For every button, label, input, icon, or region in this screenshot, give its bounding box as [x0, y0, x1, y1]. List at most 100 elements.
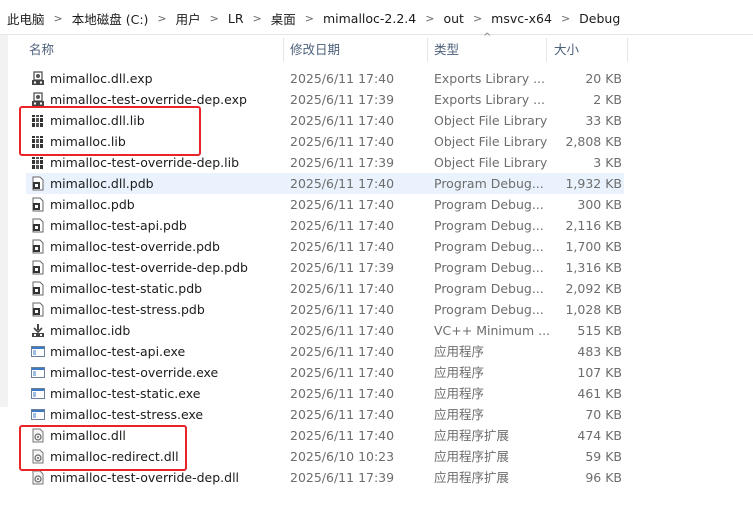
chevron-right-icon[interactable]: > [305, 12, 314, 25]
file-date: 2025/6/11 17:40 [290, 365, 395, 380]
application-icon-glyph [31, 367, 45, 378]
file-type: 应用程序扩展 [434, 449, 510, 464]
file-row[interactable]: mimalloc-test-static.pdb 2025/6/11 17:40 P… [26, 278, 624, 299]
chevron-right-icon[interactable]: > [210, 12, 219, 25]
highlight-box [19, 106, 201, 156]
program-debug-icon [31, 278, 47, 299]
file-size: 1,932 KB [565, 176, 622, 191]
program-debug-icon [31, 173, 47, 194]
file-size: 96 KB [585, 470, 622, 485]
breadcrumb-item[interactable]: LR [228, 11, 244, 26]
column-header-date[interactable]: 修改日期 [290, 36, 340, 63]
chevron-right-icon[interactable]: > [425, 12, 434, 25]
chevron-right-icon[interactable]: > [561, 12, 570, 25]
highlight-box [19, 425, 187, 471]
file-name: mimalloc.dll.exp [50, 71, 153, 86]
file-type: Program Debug... [434, 197, 544, 212]
breadcrumb-item[interactable]: 用户 [176, 9, 201, 28]
file-date: 2025/6/11 17:39 [290, 470, 395, 485]
file-date: 2025/6/11 17:40 [290, 323, 395, 338]
file-type: Object File Library [434, 134, 548, 149]
program-debug-icon [31, 236, 47, 257]
file-row[interactable]: mimalloc.dll.pdb 2025/6/11 17:40 Program D… [26, 173, 624, 194]
program-debug-icon-glyph [32, 281, 44, 296]
file-size: 33 KB [585, 113, 622, 128]
breadcrumb-item[interactable]: mimalloc-2.2.4 [323, 11, 416, 26]
file-row[interactable]: mimalloc-test-override.exe 2025/6/11 17:4… [26, 362, 624, 383]
file-size: 483 KB [577, 344, 622, 359]
file-date: 2025/6/11 17:40 [290, 71, 395, 86]
program-debug-icon-glyph [32, 197, 44, 212]
file-name: mimalloc-test-api.exe [50, 344, 186, 359]
program-debug-icon-glyph [32, 260, 44, 275]
file-row[interactable]: mimalloc-test-override-dep.pdb 2025/6/11 … [26, 257, 624, 278]
file-row[interactable]: mimalloc.idb 2025/6/11 17:40 VC++ Minimum … [26, 320, 624, 341]
file-type: Program Debug... [434, 218, 544, 233]
file-date: 2025/6/11 17:39 [290, 260, 395, 275]
chevron-right-icon[interactable]: > [473, 12, 482, 25]
file-type: 应用程序扩展 [434, 428, 510, 443]
application-icon [31, 404, 47, 425]
chevron-right-icon[interactable]: > [54, 12, 63, 25]
file-size: 20 KB [585, 71, 622, 86]
file-date: 2025/6/11 17:40 [290, 113, 395, 128]
file-name: mimalloc.pdb [50, 197, 135, 212]
file-row[interactable]: mimalloc.dll.exp 2025/6/11 17:40 Exports L… [26, 68, 624, 89]
file-explorer-window: 此电脑 > 本地磁盘 (C:) > 用户 > LR > 桌面 > mimallo… [0, 0, 753, 519]
file-size: 70 KB [585, 407, 622, 422]
column-divider[interactable] [546, 38, 547, 62]
file-row[interactable]: mimalloc.pdb 2025/6/11 17:40 Program Debug… [26, 194, 624, 215]
file-size: 107 KB [577, 365, 622, 380]
file-date: 2025/6/11 17:40 [290, 176, 395, 191]
breadcrumb-item[interactable]: Debug [579, 11, 620, 26]
file-size: 1,028 KB [565, 302, 622, 317]
program-debug-icon [31, 194, 47, 215]
file-type: Program Debug... [434, 260, 544, 275]
program-debug-icon-glyph [32, 302, 44, 317]
breadcrumb-item[interactable]: 此电脑 [7, 9, 45, 28]
file-row[interactable]: mimalloc-test-static.exe 2025/6/11 17:40 应… [26, 383, 624, 404]
breadcrumb: 此电脑 > 本地磁盘 (C:) > 用户 > LR > 桌面 > mimallo… [7, 9, 620, 28]
file-row[interactable]: mimalloc-test-stress.pdb 2025/6/11 17:40 P… [26, 299, 624, 320]
column-divider[interactable] [283, 38, 284, 62]
chevron-right-icon[interactable]: > [157, 12, 166, 25]
file-type: 应用程序扩展 [434, 470, 510, 485]
file-type: Program Debug... [434, 302, 544, 317]
file-date: 2025/6/11 17:40 [290, 239, 395, 254]
file-date: 2025/6/11 17:40 [290, 344, 395, 359]
file-date: 2025/6/11 17:40 [290, 218, 395, 233]
file-name: mimalloc.idb [50, 323, 131, 338]
column-header-name[interactable]: 名称 [29, 36, 54, 63]
file-date: 2025/6/11 17:40 [290, 428, 395, 443]
file-row[interactable]: mimalloc-test-override.pdb 2025/6/11 17:4… [26, 236, 624, 257]
file-size: 515 KB [577, 323, 622, 338]
column-divider[interactable] [627, 38, 628, 62]
column-header-size[interactable]: 大小 [554, 36, 579, 63]
file-date: 2025/6/11 17:39 [290, 92, 395, 107]
navigation-pane-scrollbar[interactable] [0, 35, 8, 407]
file-name: mimalloc-test-api.pdb [50, 218, 187, 233]
file-name: mimalloc-test-static.pdb [50, 281, 203, 296]
file-size: 1,700 KB [565, 239, 622, 254]
file-row[interactable]: mimalloc-test-api.exe 2025/6/11 17:40 应用程序… [26, 341, 624, 362]
column-header-type[interactable]: 类型 [434, 36, 459, 63]
file-row[interactable]: mimalloc-test-stress.exe 2025/6/11 17:40 应… [26, 404, 624, 425]
file-size: 2 KB [593, 92, 622, 107]
column-divider[interactable] [427, 38, 428, 62]
breadcrumb-item[interactable]: 桌面 [271, 9, 296, 28]
breadcrumb-item[interactable]: msvc-x64 [491, 11, 552, 26]
file-type: Object File Library [434, 113, 548, 128]
exports-library-icon-glyph [32, 92, 44, 106]
file-size: 474 KB [577, 428, 622, 443]
file-type: Object File Library [434, 155, 548, 170]
address-bar[interactable]: 此电脑 > 本地磁盘 (C:) > 用户 > LR > 桌面 > mimallo… [0, 0, 753, 35]
chevron-right-icon[interactable]: > [253, 12, 262, 25]
breadcrumb-item[interactable]: 本地磁盘 (C:) [72, 9, 149, 28]
file-row[interactable]: mimalloc-test-api.pdb 2025/6/11 17:40 Prog… [26, 215, 624, 236]
file-type: Exports Library ... [434, 71, 546, 86]
file-date: 2025/6/11 17:40 [290, 407, 395, 422]
vc-minimum-icon-glyph [32, 324, 44, 337]
vc-minimum-icon [31, 320, 47, 341]
breadcrumb-item[interactable]: out [443, 11, 463, 26]
file-type: 应用程序 [434, 365, 485, 380]
